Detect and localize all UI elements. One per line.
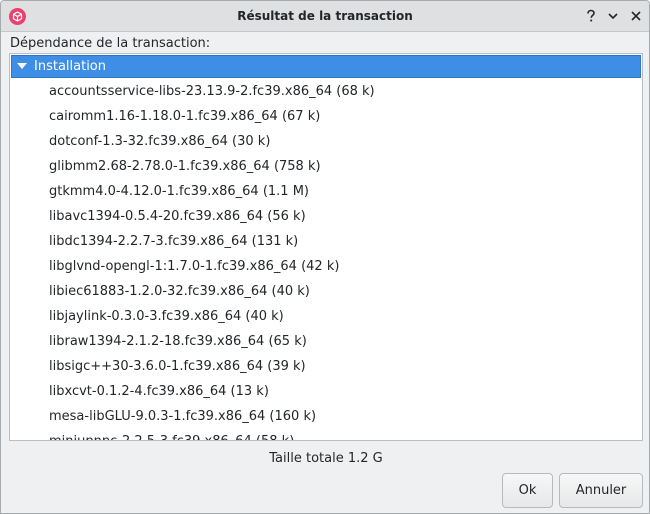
help-icon[interactable]	[584, 9, 598, 23]
package-item[interactable]: libsigc++30-3.6.0-1.fc39.x86_64 (39 k)	[10, 354, 642, 379]
package-item[interactable]: libjaylink-0.3.0-3.fc39.x86_64 (40 k)	[10, 304, 642, 329]
title-bar[interactable]: Résultat de la transaction	[1, 1, 649, 32]
minimize-icon[interactable]	[606, 9, 620, 23]
transaction-result-dialog: Résultat de la transaction Dépendance de…	[0, 0, 650, 514]
tree-group-installation[interactable]: Installation	[11, 55, 641, 78]
total-size-label: Taille totale 1.2 G	[269, 451, 383, 466]
tree-group-label: Installation	[34, 59, 107, 74]
cancel-button[interactable]: Annuler	[559, 473, 643, 508]
package-item[interactable]: libavc1394-0.5.4-20.fc39.x86_64 (56 k)	[10, 204, 642, 229]
dependency-label: Dépendance de la transaction:	[10, 36, 211, 51]
package-item[interactable]: cairomm1.16-1.18.0-1.fc39.x86_64 (67 k)	[10, 104, 642, 129]
close-icon[interactable]	[629, 9, 643, 23]
package-list: accountsservice-libs-23.13.9-2.fc39.x86_…	[10, 79, 642, 440]
package-item[interactable]: miniupnpc-2.2.5-3.fc39.x86_64 (58 k)	[10, 429, 642, 440]
package-item[interactable]: libdc1394-2.2.7-3.fc39.x86_64 (131 k)	[10, 229, 642, 254]
package-tree[interactable]: Installation accountsservice-libs-23.13.…	[9, 53, 643, 441]
package-item[interactable]: gtkmm4.0-4.12.0-1.fc39.x86_64 (1.1 M)	[10, 179, 642, 204]
package-item[interactable]: libxcvt-0.1.2-4.fc39.x86_64 (13 k)	[10, 379, 642, 404]
package-item[interactable]: mesa-libGLU-9.0.3-1.fc39.x86_64 (160 k)	[10, 404, 642, 429]
package-item[interactable]: glibmm2.68-2.78.0-1.fc39.x86_64 (758 k)	[10, 154, 642, 179]
package-item[interactable]: libiec61883-1.2.0-32.fc39.x86_64 (40 k)	[10, 279, 642, 304]
expand-arrow-icon[interactable]	[17, 62, 27, 72]
ok-button[interactable]: Ok	[502, 473, 553, 508]
package-item[interactable]: libglvnd-opengl-1:1.7.0-1.fc39.x86_64 (4…	[10, 254, 642, 279]
package-item[interactable]: accountsservice-libs-23.13.9-2.fc39.x86_…	[10, 79, 642, 104]
package-item[interactable]: dotconf-1.3-32.fc39.x86_64 (30 k)	[10, 129, 642, 154]
package-item[interactable]: libraw1394-2.1.2-18.fc39.x86_64 (65 k)	[10, 329, 642, 354]
window-title: Résultat de la transaction	[237, 9, 413, 23]
